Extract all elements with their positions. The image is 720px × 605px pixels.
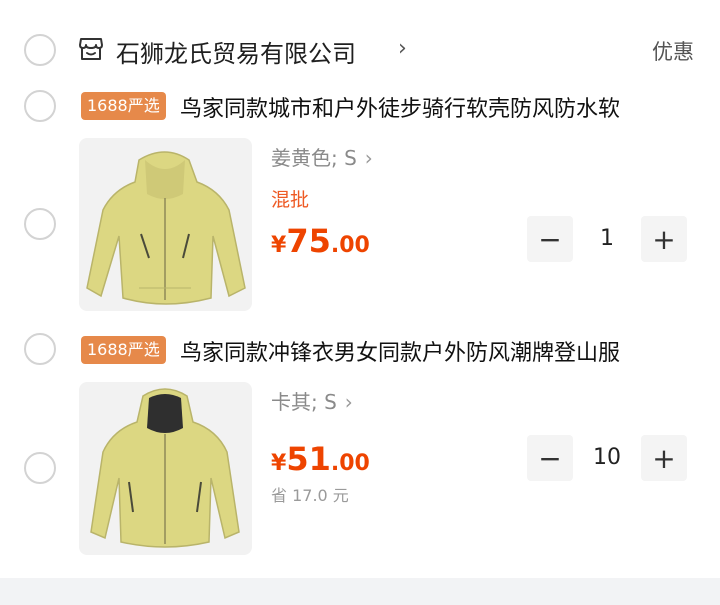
price-integer: 75: [286, 222, 331, 260]
item-price: ¥51.00: [271, 440, 370, 478]
yanxuan-badge: 1688严选: [81, 92, 166, 120]
store-icon: [78, 36, 104, 62]
item-title[interactable]: 鸟家同款城市和户外徒步骑行软壳防风防水软: [180, 91, 620, 123]
jacket-image: [90, 388, 240, 548]
spec-selector[interactable]: 卡其; S ›: [271, 386, 353, 415]
yanxuan-badge: 1688严选: [81, 336, 166, 364]
item-title[interactable]: 鸟家同款冲锋衣男女同款户外防风潮牌登山服: [180, 335, 620, 367]
store-chevron-icon[interactable]: ›: [398, 36, 407, 61]
mixed-batch-tag: 混批: [271, 189, 310, 211]
product-image[interactable]: [79, 382, 252, 555]
spec-chevron-icon: ›: [344, 390, 353, 414]
spec-text: 姜黄色; S: [271, 146, 357, 170]
spec-text: 卡其; S: [271, 390, 337, 414]
store-name[interactable]: 石狮龙氏贸易有限公司: [116, 34, 356, 69]
saving-text: 省 17.0 元: [271, 486, 349, 505]
item-select-radio-secondary[interactable]: [24, 208, 56, 240]
spec-chevron-icon: ›: [364, 146, 373, 170]
store-select-radio[interactable]: [24, 34, 56, 66]
price-currency: ¥: [271, 451, 287, 476]
price-decimal: .00: [330, 233, 370, 258]
spec-selector[interactable]: 姜黄色; S ›: [271, 142, 373, 171]
item-select-radio[interactable]: [24, 333, 56, 365]
price-decimal: .00: [330, 451, 370, 476]
decrease-button[interactable]: −: [527, 216, 573, 262]
item-select-radio[interactable]: [24, 90, 56, 122]
coupon-button[interactable]: 优惠: [652, 36, 694, 66]
jacket-image: [86, 151, 246, 305]
quantity-stepper: − 10 +: [527, 435, 687, 481]
item-price: ¥75.00: [271, 222, 370, 260]
cart-store-card: 石狮龙氏贸易有限公司 › 优惠 1688严选 鸟家同款城市和户外徒步骑行软壳防风…: [0, 0, 720, 578]
bottom-divider: [0, 578, 720, 605]
decrease-button[interactable]: −: [527, 435, 573, 481]
item-select-radio-secondary[interactable]: [24, 452, 56, 484]
quantity-value[interactable]: 10: [573, 435, 641, 481]
quantity-value[interactable]: 1: [573, 216, 641, 262]
price-integer: 51: [286, 440, 331, 478]
quantity-stepper: − 1 +: [527, 216, 687, 262]
product-image[interactable]: [79, 138, 252, 311]
store-header: 石狮龙氏贸易有限公司 › 优惠: [0, 22, 720, 78]
increase-button[interactable]: +: [641, 216, 687, 262]
price-currency: ¥: [271, 233, 287, 258]
increase-button[interactable]: +: [641, 435, 687, 481]
